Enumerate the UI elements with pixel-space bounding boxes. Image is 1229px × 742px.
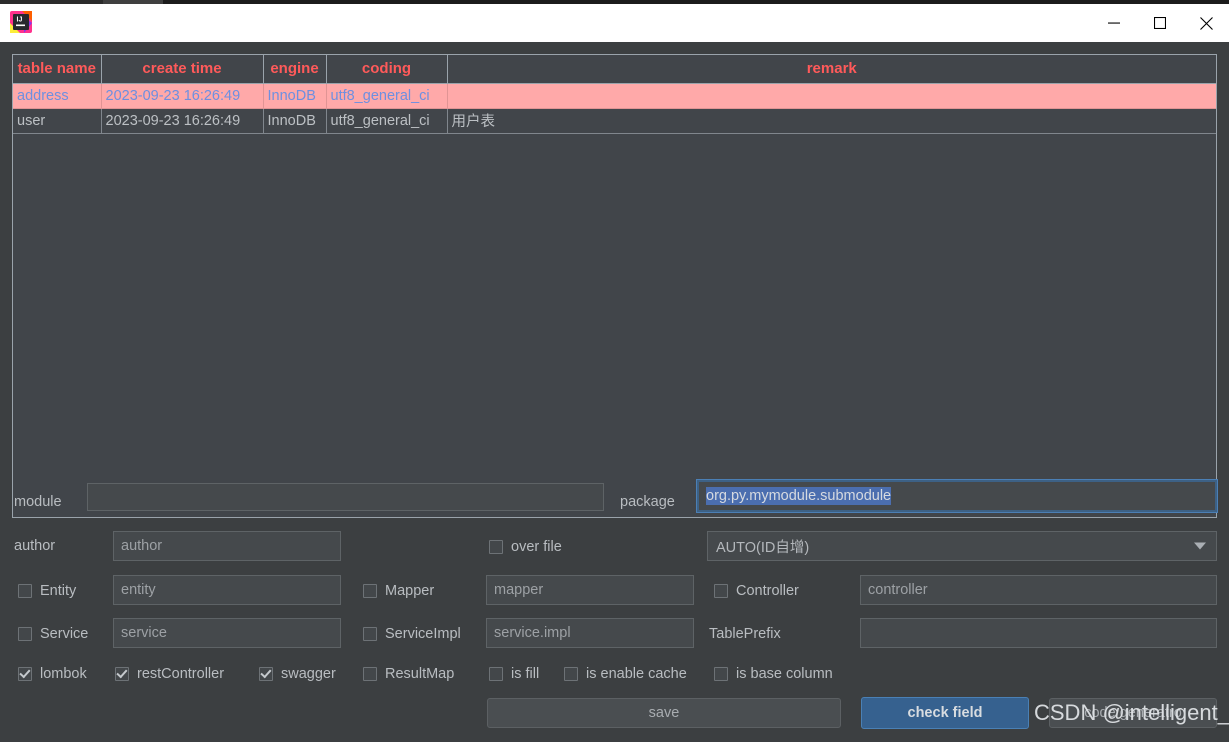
- tableprefix-label: TablePrefix: [709, 626, 781, 642]
- close-icon[interactable]: [1183, 4, 1229, 42]
- cell-coding: utf8_general_ci: [326, 83, 448, 109]
- title-bar[interactable]: IJ: [0, 4, 1229, 42]
- controller-checkbox[interactable]: Controller: [714, 583, 799, 599]
- package-input-value: org.py.mymodule.submodule: [706, 487, 892, 505]
- checkbox-checked-icon: [259, 667, 273, 681]
- mapper-label: Mapper: [385, 583, 435, 599]
- checkbox-box-icon: [564, 667, 578, 681]
- checkbox-box-icon: [18, 584, 32, 598]
- cell-engine: InnoDB: [263, 83, 327, 109]
- column-header-coding[interactable]: coding: [326, 55, 448, 84]
- application-body: table name create time engine coding rem…: [0, 42, 1229, 742]
- table-row[interactable]: user 2023-09-23 16:26:49 InnoDB utf8_gen…: [13, 108, 1216, 134]
- column-header-remark[interactable]: remark: [447, 55, 1216, 84]
- entity-checkbox[interactable]: Entity: [18, 583, 76, 599]
- cell-remark: [447, 83, 1216, 109]
- serviceimpl-package-input[interactable]: [486, 618, 694, 648]
- rest-controller-checkbox[interactable]: restController: [115, 666, 224, 682]
- is-enable-cache-label: is enable cache: [586, 666, 687, 682]
- lombok-checkbox[interactable]: lombok: [18, 666, 87, 682]
- check-field-button[interactable]: check field: [861, 697, 1029, 729]
- table-header-row: table name create time engine coding rem…: [13, 55, 1216, 84]
- checkbox-box-icon: [363, 667, 377, 681]
- cell-create-time: 2023-09-23 16:26:49: [101, 83, 264, 109]
- author-input[interactable]: [113, 531, 341, 561]
- controller-label: Controller: [736, 583, 799, 599]
- is-fill-checkbox[interactable]: is fill: [489, 666, 539, 682]
- cell-engine: InnoDB: [263, 108, 327, 134]
- chevron-down-icon: [1194, 542, 1206, 550]
- package-input[interactable]: org.py.mymodule.submodule: [696, 479, 1218, 513]
- cell-remark: 用户表: [447, 108, 1216, 134]
- entity-label: Entity: [40, 583, 77, 599]
- author-label: author: [14, 538, 56, 554]
- is-base-column-checkbox[interactable]: is base column: [714, 666, 833, 682]
- column-header-table-name[interactable]: table name: [13, 55, 102, 84]
- cell-table-name: user: [13, 108, 102, 134]
- over-file-label: over file: [511, 539, 562, 555]
- save-button[interactable]: save: [487, 698, 841, 728]
- is-base-column-label: is base column: [736, 666, 833, 682]
- is-enable-cache-checkbox[interactable]: is enable cache: [564, 666, 687, 682]
- cell-create-time: 2023-09-23 16:26:49: [101, 108, 264, 134]
- maximize-icon[interactable]: [1137, 4, 1183, 42]
- checkbox-box-icon: [714, 667, 728, 681]
- checkbox-box-icon: [489, 540, 503, 554]
- table-row[interactable]: address 2023-09-23 16:26:49 InnoDB utf8_…: [13, 83, 1216, 109]
- result-map-label: ResultMap: [385, 666, 455, 682]
- controller-package-input[interactable]: [860, 575, 1217, 605]
- serviceimpl-label: ServiceImpl: [385, 626, 461, 642]
- checkbox-box-icon: [363, 584, 377, 598]
- id-type-value: AUTO(ID自增): [716, 539, 810, 556]
- serviceimpl-checkbox[interactable]: ServiceImpl: [363, 626, 461, 642]
- code-generator-button[interactable]: code generatro: [1049, 698, 1217, 728]
- package-label: package: [620, 494, 675, 510]
- module-input[interactable]: [87, 483, 604, 511]
- service-label: Service: [40, 626, 89, 642]
- lombok-label: lombok: [40, 666, 87, 682]
- svg-text:IJ: IJ: [17, 17, 23, 24]
- column-header-engine[interactable]: engine: [263, 55, 327, 84]
- column-header-create-time[interactable]: create time: [101, 55, 264, 84]
- checkbox-checked-icon: [115, 667, 129, 681]
- cell-coding: utf8_general_ci: [326, 108, 448, 134]
- result-map-checkbox[interactable]: ResultMap: [363, 666, 454, 682]
- tables-panel[interactable]: table name create time engine coding rem…: [12, 54, 1217, 518]
- service-checkbox[interactable]: Service: [18, 626, 88, 642]
- mapper-package-input[interactable]: [486, 575, 694, 605]
- checkbox-box-icon: [714, 584, 728, 598]
- swagger-label: swagger: [281, 666, 336, 682]
- tables-table: table name create time engine coding rem…: [13, 55, 1216, 134]
- over-file-checkbox[interactable]: over file: [489, 539, 562, 555]
- service-package-input[interactable]: [113, 618, 341, 648]
- checkbox-box-icon: [18, 627, 32, 641]
- checkbox-box-icon: [489, 667, 503, 681]
- rest-controller-label: restController: [137, 666, 225, 682]
- swagger-checkbox[interactable]: swagger: [259, 666, 336, 682]
- checkbox-box-icon: [363, 627, 377, 641]
- is-fill-label: is fill: [511, 666, 540, 682]
- module-label: module: [14, 494, 62, 510]
- tableprefix-input[interactable]: [860, 618, 1217, 648]
- minimize-icon[interactable]: [1091, 4, 1137, 42]
- id-type-select[interactable]: AUTO(ID自增): [707, 531, 1217, 561]
- window-controls: [1091, 4, 1229, 42]
- checkbox-checked-icon: [18, 667, 32, 681]
- cell-table-name: address: [13, 83, 102, 109]
- mapper-checkbox[interactable]: Mapper: [363, 583, 434, 599]
- entity-package-input[interactable]: [113, 575, 341, 605]
- intellij-idea-icon: IJ: [8, 9, 34, 35]
